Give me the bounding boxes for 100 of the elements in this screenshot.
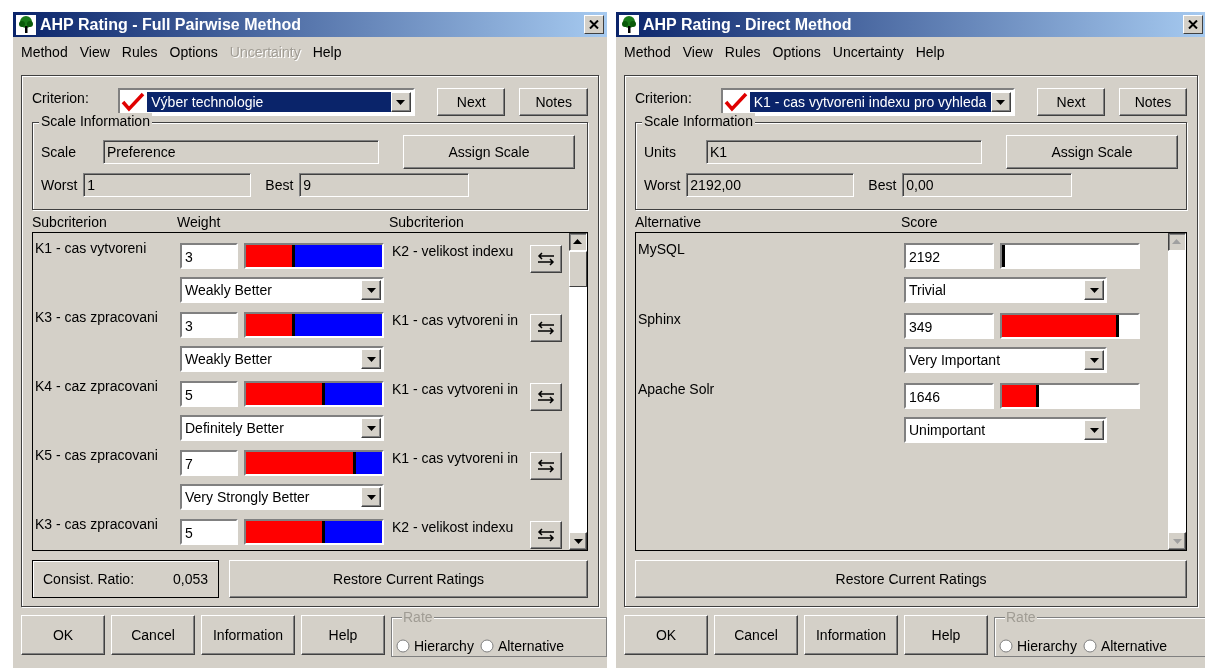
next-button[interactable]: Next xyxy=(436,88,506,116)
menu-item[interactable]: Uncertainty xyxy=(826,44,910,60)
criterion-dropdown[interactable]: K1 - cas vytvoreni indexu pro vyhleda xyxy=(720,88,1015,116)
criterion-label: Criterion: xyxy=(635,90,693,106)
menu-item[interactable]: View xyxy=(676,44,719,60)
weight-field[interactable]: 5 xyxy=(180,519,238,545)
radio-option[interactable]: Hierarchy xyxy=(999,638,1077,654)
field-label: Scale xyxy=(41,144,78,160)
swap-button[interactable] xyxy=(530,314,562,342)
checkmark-icon xyxy=(121,92,146,112)
dropdown-arrow-icon xyxy=(573,538,583,544)
best-field[interactable]: 9 xyxy=(299,173,470,197)
checkmark-icon xyxy=(723,92,748,112)
menu-item[interactable]: Help xyxy=(306,44,348,60)
notes-button[interactable]: Notes xyxy=(1119,88,1187,116)
score-field[interactable]: 2192 xyxy=(904,243,994,269)
worst-field[interactable]: 1 xyxy=(83,173,252,197)
weight-field[interactable]: 5 xyxy=(180,381,238,407)
scroll-up-button[interactable] xyxy=(569,233,587,251)
menu-item[interactable]: Rules xyxy=(718,44,767,60)
scroll-down-button[interactable] xyxy=(569,532,587,550)
score-field[interactable]: 349 xyxy=(904,313,994,339)
close-button[interactable] xyxy=(1183,15,1203,34)
scroll-thumb[interactable] xyxy=(569,251,587,287)
menu-item[interactable]: Options xyxy=(163,44,224,60)
dialog-button[interactable]: Cancel xyxy=(714,615,798,655)
close-icon xyxy=(589,20,599,29)
radio-option[interactable]: Alternative xyxy=(479,638,565,654)
menu-item[interactable]: Options xyxy=(766,44,827,60)
subcriterion-label: K1 - cas vytvoreni in xyxy=(391,311,520,330)
tree-icon xyxy=(16,14,36,35)
radio-option[interactable]: Hierarchy xyxy=(396,638,474,654)
rating-dropdown[interactable]: Unimportant xyxy=(904,417,1107,443)
restore-ratings-button[interactable]: Restore Current Ratings xyxy=(229,560,588,598)
weight-field[interactable]: 3 xyxy=(180,243,238,269)
window-title: AHP Rating - Direct Method xyxy=(643,15,853,34)
menu-item[interactable]: Method xyxy=(15,44,74,60)
subcriterion-label: K1 - cas vytvoreni in xyxy=(391,449,520,468)
menu-item[interactable]: Rules xyxy=(115,44,164,60)
menu-item[interactable]: Help xyxy=(909,44,951,60)
assign-scale-button[interactable]: Assign Scale xyxy=(403,135,575,169)
dialog-button[interactable]: OK xyxy=(624,615,708,655)
menu-item[interactable]: View xyxy=(73,44,116,60)
assign-scale-button[interactable]: Assign Scale xyxy=(1006,135,1178,169)
dialog-button[interactable]: Cancel xyxy=(111,615,195,655)
rating-dropdown[interactable]: Very Important xyxy=(904,347,1107,373)
notes-button[interactable]: Notes xyxy=(519,88,588,116)
subcriterion-label: K3 - cas zpracovani xyxy=(35,308,159,327)
dialog-button[interactable]: OK xyxy=(21,615,105,655)
rating-dropdown[interactable]: Weakly Better xyxy=(180,277,384,303)
weight-field[interactable]: 3 xyxy=(180,312,238,338)
field-label: Worst xyxy=(41,177,78,193)
rating-dropdown[interactable]: Trivial xyxy=(904,277,1107,303)
swap-arrows-icon xyxy=(536,252,556,266)
dropdown-arrow-icon xyxy=(366,494,376,500)
swap-button[interactable] xyxy=(530,245,562,273)
swap-arrows-icon xyxy=(536,459,556,473)
subcriterion-label: K5 - cas zpracovani xyxy=(35,446,159,465)
dialog-button[interactable]: Help xyxy=(301,615,385,655)
dialog-button[interactable]: Information xyxy=(201,615,295,655)
criterion-dropdown[interactable]: Výber technologie xyxy=(118,88,415,116)
scroll-down-button[interactable] xyxy=(1168,532,1186,550)
best-field[interactable]: 0,00 xyxy=(902,173,1073,197)
score-field[interactable]: 1646 xyxy=(904,383,994,409)
dialog-button[interactable]: Information xyxy=(804,615,898,655)
worst-field[interactable]: 2192,00 xyxy=(686,173,855,197)
dropdown-arrow-icon xyxy=(366,287,376,293)
alternative-label: Sphinx xyxy=(638,310,682,329)
field-label: Units xyxy=(644,144,677,160)
tree-icon xyxy=(619,14,639,35)
dropdown-arrow-icon xyxy=(1172,538,1182,544)
rating-dropdown[interactable]: Definitely Better xyxy=(180,415,384,441)
swap-button[interactable] xyxy=(530,383,562,411)
rating-dropdown[interactable]: Weakly Better xyxy=(180,346,384,372)
next-button[interactable]: Next xyxy=(1036,88,1105,116)
scrollbar[interactable] xyxy=(1167,233,1186,550)
criterion-label: Criterion: xyxy=(32,90,90,106)
close-button[interactable] xyxy=(584,15,604,34)
swap-button[interactable] xyxy=(530,452,562,480)
column-header: Subcriterion xyxy=(32,214,108,232)
column-header: Score xyxy=(901,214,938,232)
weight-field[interactable]: 7 xyxy=(180,450,238,476)
dropdown-arrow-icon xyxy=(1089,287,1099,293)
menu-item[interactable]: Method xyxy=(618,44,677,60)
swap-button[interactable] xyxy=(530,521,562,549)
window-title: AHP Rating - Full Pairwise Method xyxy=(40,15,303,34)
scrollbar[interactable] xyxy=(568,233,587,550)
consistency-label: Consist. Ratio: xyxy=(43,571,135,587)
subcriterion-label: K2 - velikost indexu xyxy=(391,242,515,261)
radio-option[interactable]: Alternative xyxy=(1082,638,1168,654)
scale-field[interactable]: Preference xyxy=(103,140,379,164)
restore-ratings-button[interactable]: Restore Current Ratings xyxy=(635,560,1187,598)
scale-field[interactable]: K1 xyxy=(706,140,982,164)
dropdown-arrow-icon xyxy=(996,99,1006,105)
swap-arrows-icon xyxy=(536,528,556,542)
group-title: Scale Information xyxy=(39,113,152,129)
rating-dropdown[interactable]: Very Strongly Better xyxy=(180,484,384,510)
dialog-button[interactable]: Help xyxy=(904,615,988,655)
dropdown-arrow-icon xyxy=(366,425,376,431)
column-header: Subcriterion xyxy=(389,214,464,232)
